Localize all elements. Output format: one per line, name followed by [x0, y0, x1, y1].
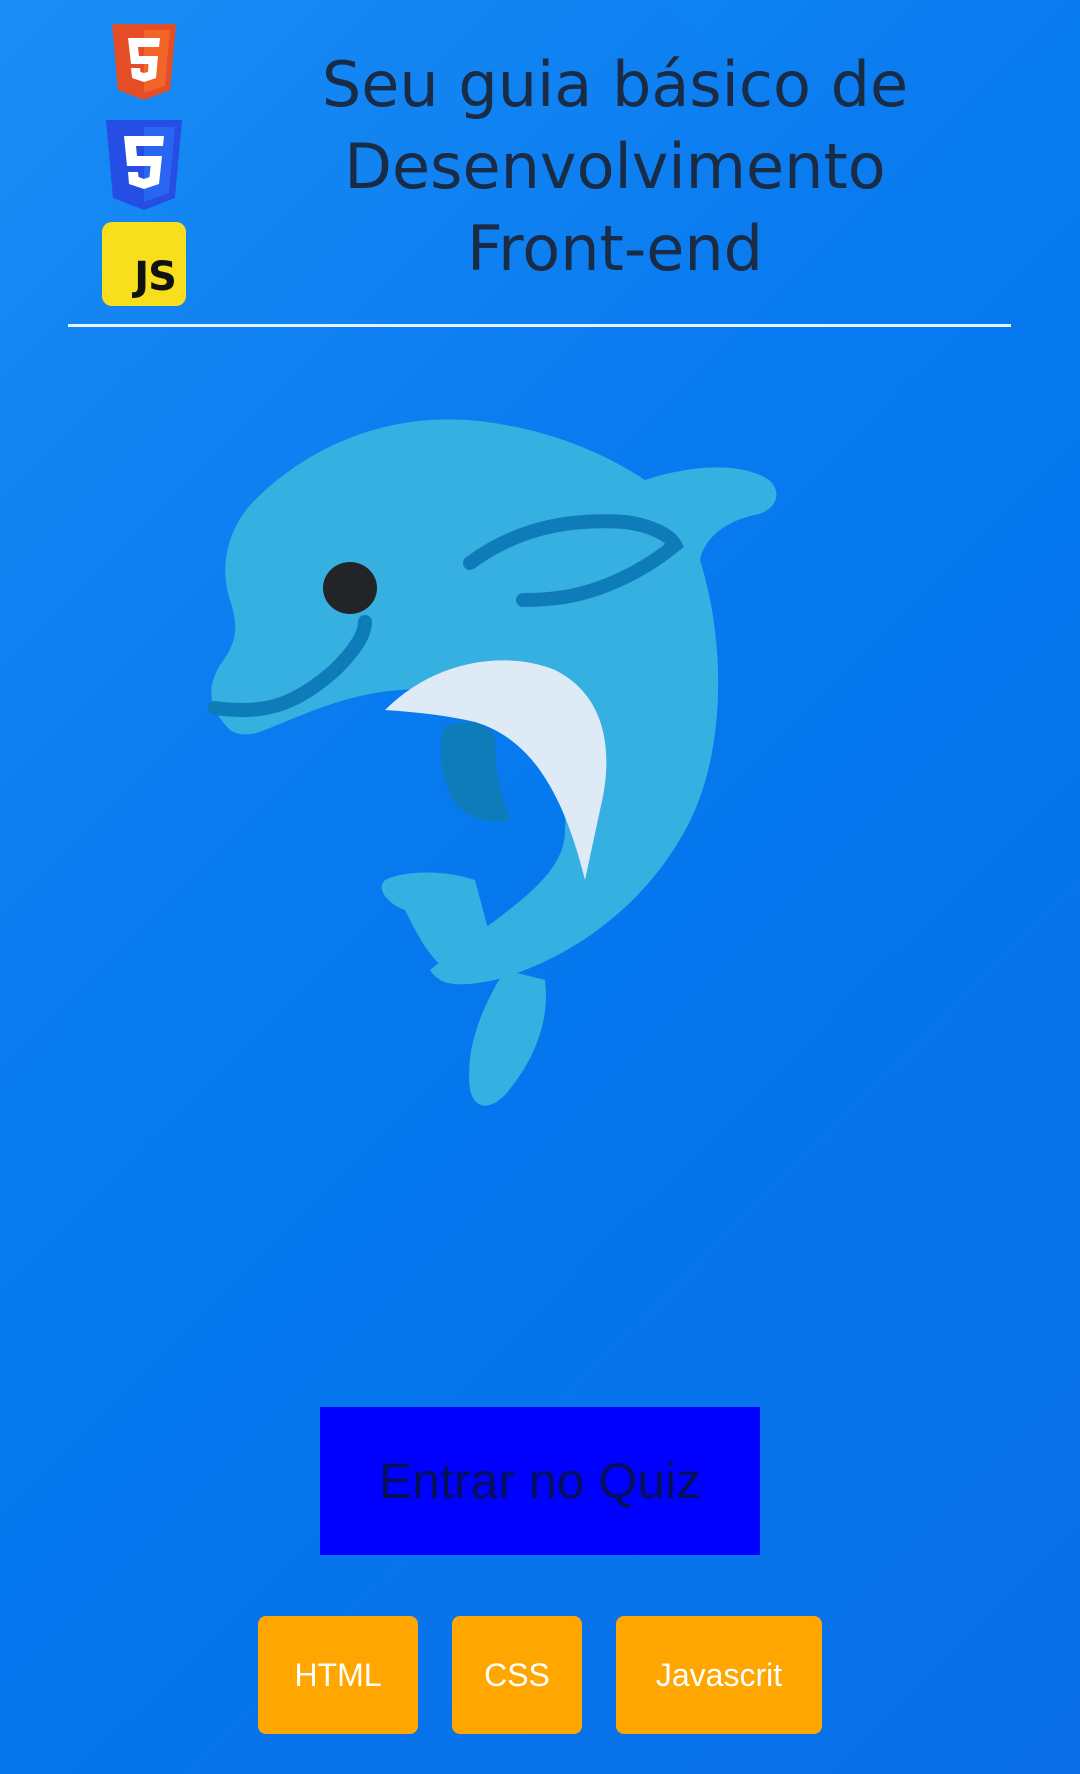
dolphin-icon	[208, 419, 777, 1106]
title-line-2: Desenvolvimento	[344, 130, 886, 203]
title-line-1: Seu guia básico de	[321, 48, 909, 121]
javascript-icon: JS	[102, 222, 186, 306]
html5-icon	[112, 24, 176, 100]
javascript-icon-label: JS	[134, 254, 177, 300]
title-line-3: Front-end	[467, 212, 763, 285]
enter-quiz-button[interactable]: Entrar no Quiz	[320, 1407, 760, 1555]
css-topic-button[interactable]: CSS	[452, 1616, 582, 1734]
html-topic-button[interactable]: HTML	[258, 1616, 418, 1734]
javascript-topic-button[interactable]: Javascrit	[616, 1616, 822, 1734]
css3-icon	[106, 120, 182, 210]
header-divider	[68, 324, 1011, 327]
page-title: Seu guia básico de Desenvolvimento Front…	[250, 44, 980, 290]
